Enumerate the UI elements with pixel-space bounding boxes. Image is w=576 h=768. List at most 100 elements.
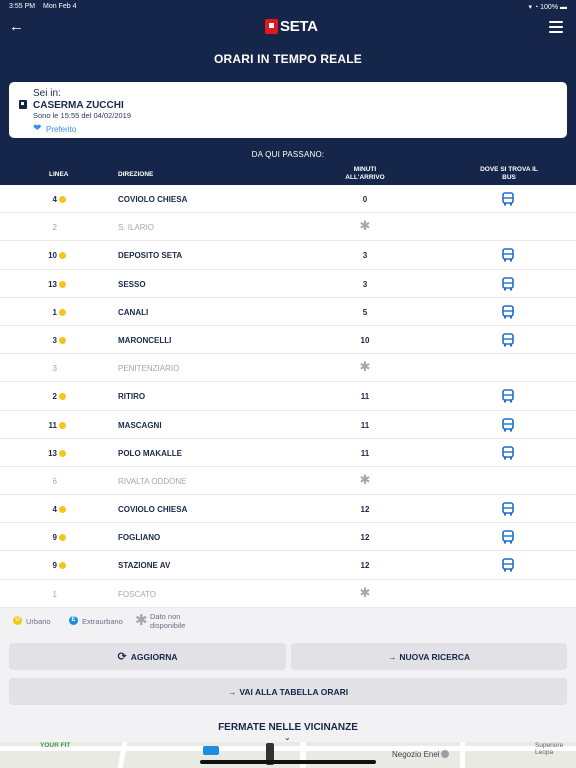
table-row[interactable]: 1 FOSCATO ✱: [0, 579, 576, 608]
direction: FOSCATO: [118, 589, 156, 599]
line-number-text: 1: [52, 589, 57, 599]
bus-location-icon[interactable]: [501, 558, 515, 572]
table-row[interactable]: 3 MARONCELLI 10: [0, 325, 576, 355]
bus-location-icon[interactable]: [501, 445, 515, 460]
header-find-bus: DOVE SI TROVA IL BUS: [480, 166, 538, 181]
minutes-to-arrival: 12: [360, 505, 370, 515]
map-label-enel: Negozio Enel: [392, 750, 440, 759]
direction: CANALI: [118, 307, 149, 317]
header-bar: 3:55 PM Mon Feb 4 ▾ ◔ 100% ▬ ← SETA ORAR…: [0, 0, 576, 163]
line-number-text: 9: [52, 561, 57, 571]
table-row[interactable]: 9 STAZIONE AV 12: [0, 551, 576, 580]
new-search-button[interactable]: → NUOVA RICERCA: [291, 643, 567, 670]
line-number-text: 4: [52, 195, 57, 204]
line-number-text: 3: [52, 335, 57, 345]
table-row[interactable]: 4 COVIOLO CHIESA 0: [0, 185, 576, 214]
bus-location-icon[interactable]: [501, 417, 515, 432]
direction: STAZIONE AV: [118, 561, 171, 571]
table-row[interactable]: 13 POLO MAKALLE 11: [0, 438, 576, 467]
bus-stop-map-icon[interactable]: [203, 746, 219, 755]
status-date: Mon Feb 4: [43, 3, 77, 10]
table-row[interactable]: 2 S. ILARIO ✱: [0, 213, 576, 242]
extraurban-badge: E: [69, 616, 78, 625]
line-number: 4: [40, 195, 66, 204]
nearby-stops-title: FERMATE NELLE VICINANZE: [218, 722, 358, 733]
refresh-label: AGGIORNA: [130, 651, 178, 662]
logo-text: SETA: [280, 17, 318, 35]
page-title: ORARI IN TEMPO REALE: [213, 52, 362, 66]
bus-location-icon[interactable]: [501, 333, 515, 347]
line-number: 3: [40, 364, 66, 373]
favorite-link[interactable]: Preferito: [46, 125, 76, 134]
line-number: 2: [40, 223, 66, 232]
table-row[interactable]: 11 MASCAGNI 11: [0, 410, 576, 439]
legend: U Urbano E Extraurbano ✱ Dato non disponi…: [0, 608, 576, 638]
minutes-to-arrival: 11: [360, 420, 370, 430]
line-number-text: 2: [52, 392, 57, 402]
line-number-text: 3: [52, 364, 57, 374]
no-data-label: Dato non disponibile: [150, 612, 186, 630]
table-row[interactable]: 2 RITIRO 11: [0, 382, 576, 411]
minutes-to-arrival: 5: [362, 307, 368, 317]
heart-icon[interactable]: ❤: [33, 123, 41, 134]
minutes-to-arrival: 12: [360, 561, 370, 571]
asterisk-icon: ✱: [359, 471, 371, 487]
line-number-text: 4: [52, 505, 57, 515]
line-number: 1: [40, 308, 66, 317]
nearby-map[interactable]: YOUR FIT Negozio Enel Superiore Leopa: [0, 742, 576, 768]
header-direction: DIREZIONE: [118, 171, 154, 178]
departures-table: 4 COVIOLO CHIESA 0 2 S. ILARIO ✱ 10 DEPOSITO SE…: [0, 185, 576, 608]
table-header: LINEA DIREZIONE MINUTI ALL'ARRIVO DOVE S…: [0, 163, 576, 185]
stop-name: CASERMA ZUCCHI: [33, 100, 124, 111]
bus-location-icon[interactable]: [501, 389, 515, 403]
direction: COVIOLO CHIESA: [118, 505, 188, 515]
urban-dot-icon: [59, 196, 66, 203]
line-number: 13: [40, 449, 66, 458]
minutes-to-arrival: 12: [360, 533, 370, 543]
line-number: 9: [40, 533, 66, 542]
direction: POLO MAKALLE: [118, 448, 182, 458]
minutes-to-arrival: 11: [360, 448, 370, 458]
line-number: 6: [40, 477, 66, 486]
direction: S. ILARIO: [118, 223, 155, 233]
hamburger-icon[interactable]: [549, 21, 563, 33]
bus-location-icon[interactable]: [501, 502, 515, 516]
urban-badge: U: [13, 616, 22, 625]
refresh-icon: ⟳: [117, 651, 127, 663]
arrow-left-icon[interactable]: ←: [9, 19, 24, 35]
bus-location-icon[interactable]: [501, 248, 515, 262]
bus-location-icon[interactable]: [501, 530, 515, 544]
urban-label: Urbano: [26, 617, 51, 626]
line-number-text: 10: [48, 251, 57, 261]
battery-percent: 100%: [540, 4, 559, 11]
direction: DEPOSITO SETA: [118, 251, 183, 261]
timetable-button[interactable]: → VAI ALLA TABELLA ORARI: [9, 678, 567, 705]
header-line: LINEA: [49, 171, 69, 178]
location-label: Sei in:: [33, 88, 61, 99]
direction: COVIOLO CHIESA: [118, 195, 188, 204]
line-number-text: 9: [52, 533, 57, 543]
bus-location-icon[interactable]: [501, 304, 515, 319]
line-number-text: 1: [52, 307, 57, 317]
urban-dot-icon: [59, 308, 66, 316]
table-row[interactable]: 3 PENITENZIARIO ✱: [0, 354, 576, 383]
direction: RIVALTA ODDONE: [118, 476, 187, 486]
table-row[interactable]: 1 CANALI 5: [0, 297, 576, 326]
table-row[interactable]: 10 DEPOSITO SETA 3: [0, 241, 576, 270]
bus-location-icon[interactable]: [501, 276, 515, 291]
asterisk-icon: ✱: [359, 218, 371, 234]
header-minutes: MINUTI ALL'ARRIVO: [345, 166, 385, 181]
bus-location-icon[interactable]: [501, 192, 515, 206]
minutes-to-arrival: 0: [362, 195, 368, 204]
urban-dot-icon: [59, 393, 66, 401]
line-number: 4: [40, 505, 66, 514]
table-row[interactable]: 9 FOGLIANO 12: [0, 523, 576, 552]
extraurban-label: Extraurbano: [82, 617, 123, 626]
refresh-button[interactable]: ⟳ AGGIORNA: [9, 643, 286, 670]
table-row[interactable]: 6 RIVALTA ODDONE ✱: [0, 466, 576, 496]
table-row[interactable]: 13 SESSO 3: [0, 269, 576, 298]
minutes-to-arrival: 11: [360, 392, 370, 402]
table-row[interactable]: 4 COVIOLO CHIESA 12: [0, 495, 576, 524]
timestamp: Sono le 15:55 del 04/02/2019: [33, 111, 132, 120]
chevron-down-icon[interactable]: ⌄: [284, 733, 291, 742]
